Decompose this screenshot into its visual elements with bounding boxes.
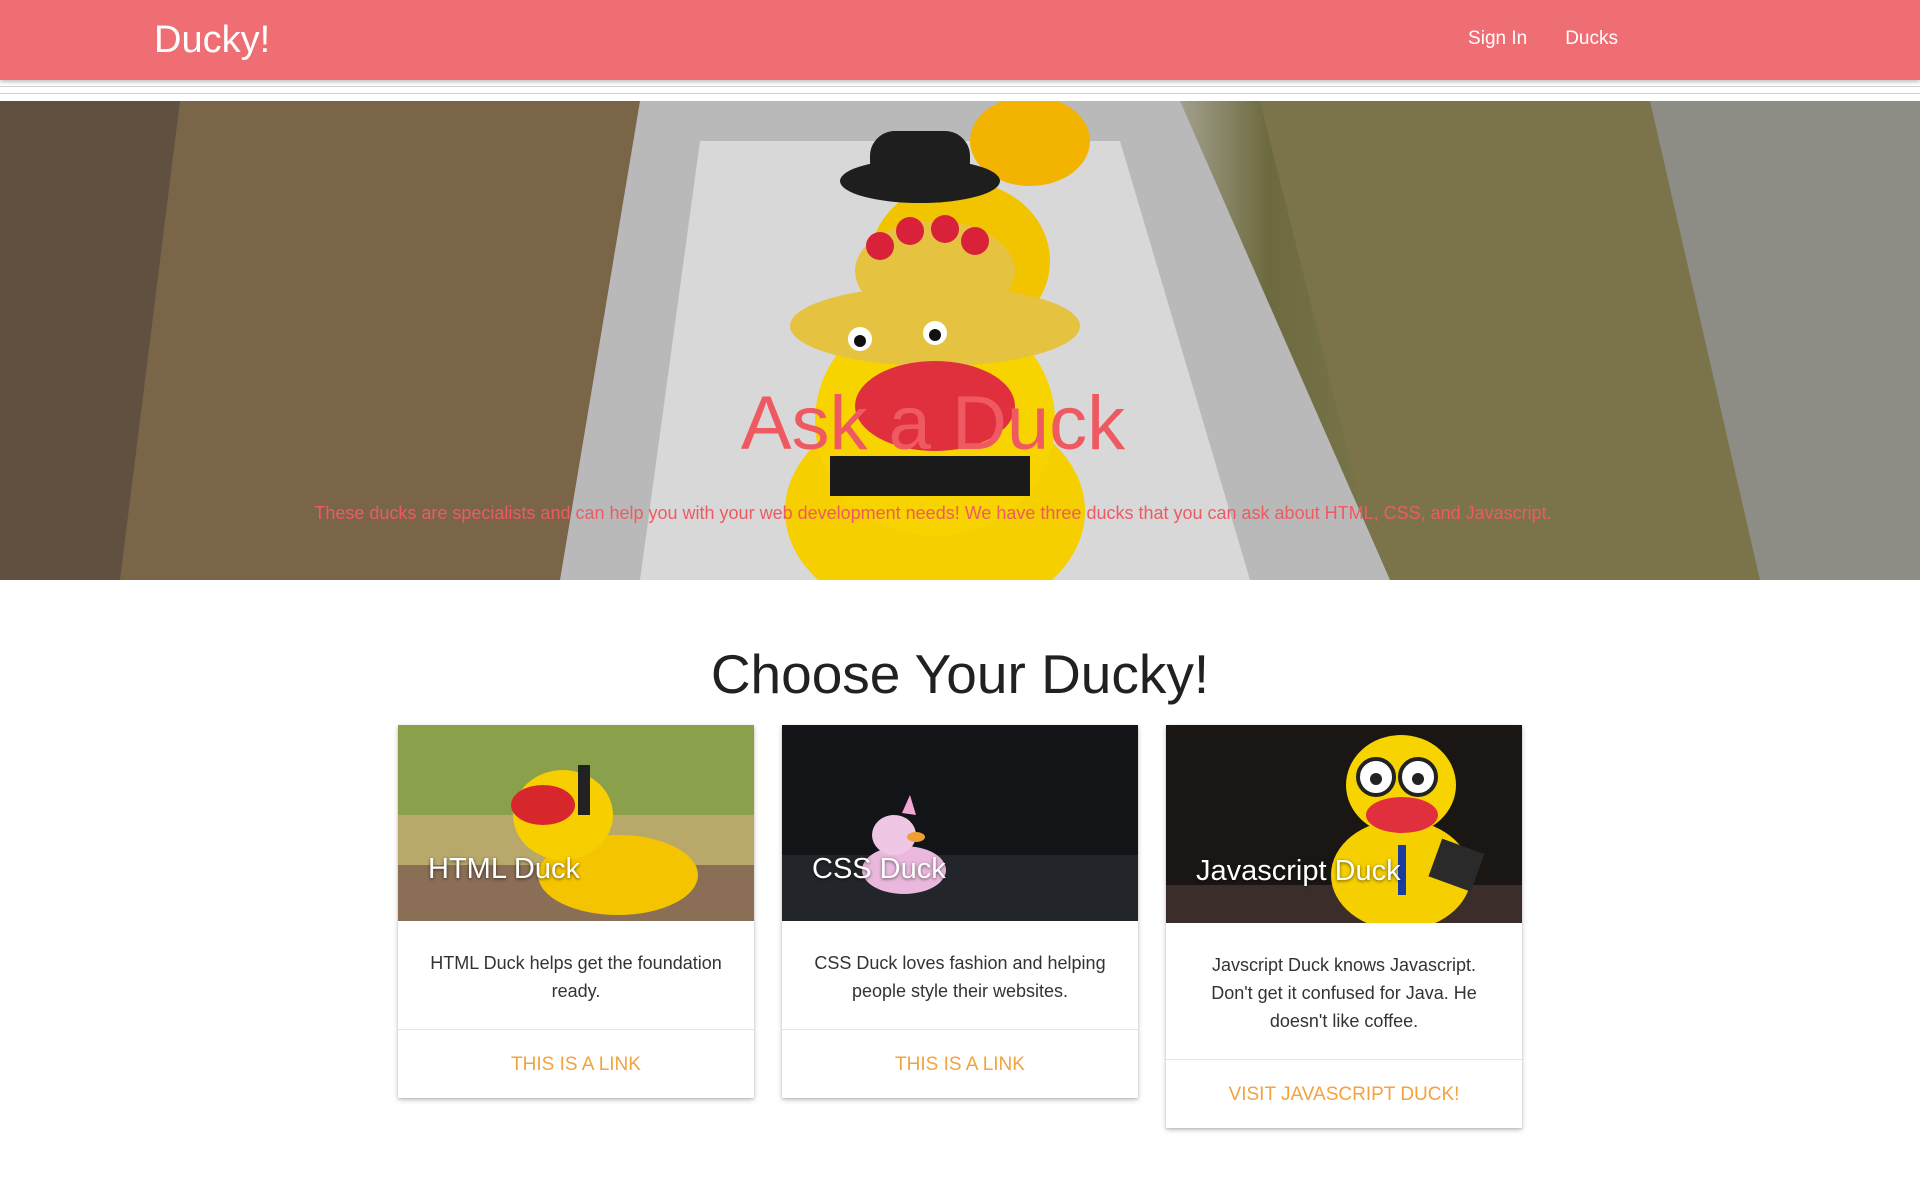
hero-banner: Ask a Duck These ducks are specialists a… (0, 101, 1920, 580)
brand-logo[interactable]: Ducky! (154, 18, 270, 62)
section-title: Choose Your Ducky! (710, 642, 1210, 705)
card-action: THIS IS A LINK (398, 1029, 754, 1098)
navbar: Ducky! Sign In Ducks (0, 0, 1920, 80)
hero-title: Ask a Duck (740, 381, 1126, 466)
nav-link-ducks[interactable]: Ducks (1565, 26, 1618, 52)
card-css-duck: CSS Duck CSS Duck loves fashion and help… (782, 725, 1138, 1098)
card-image: CSS Duck (782, 725, 1138, 921)
javascript-duck-image (1166, 725, 1522, 923)
hero-subtitle: These ducks are specialists and can help… (314, 503, 1552, 523)
card-action: VISIT JAVASCRIPT DUCK! (1166, 1059, 1522, 1128)
nav-link-sign-in[interactable]: Sign In (1468, 26, 1527, 52)
card-link[interactable]: THIS IS A LINK (895, 1054, 1025, 1075)
card-link[interactable]: THIS IS A LINK (511, 1054, 641, 1075)
card-action: THIS IS A LINK (782, 1029, 1138, 1098)
css-duck-image (782, 725, 1138, 921)
card-description: CSS Duck loves fashion and helping peopl… (814, 953, 1106, 1001)
card-title: Javascript Duck (1196, 855, 1401, 887)
divider (0, 86, 1920, 94)
nav-links: Sign In Ducks (1468, 26, 1618, 52)
card-image: HTML Duck (398, 725, 754, 921)
card-html-duck: HTML Duck HTML Duck helps get the founda… (398, 725, 754, 1098)
card-image: Javascript Duck (1166, 725, 1522, 923)
html-duck-image (398, 725, 754, 921)
card-javascript-duck: Javascript Duck Javscript Duck knows Jav… (1166, 725, 1522, 1128)
card-description: Javscript Duck knows Javascript. Don't g… (1211, 955, 1477, 1031)
card-link[interactable]: VISIT JAVASCRIPT DUCK! (1229, 1084, 1460, 1105)
card-title: CSS Duck (812, 853, 946, 885)
card-description: HTML Duck helps get the foundation ready… (430, 953, 722, 1001)
card-title: HTML Duck (428, 853, 580, 885)
